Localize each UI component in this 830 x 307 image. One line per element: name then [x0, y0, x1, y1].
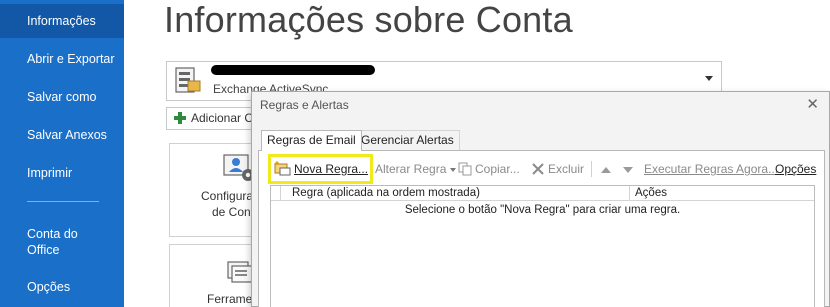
toolbar-divider [591, 161, 592, 177]
change-rule-label: Alterar Regra [375, 162, 447, 176]
email-rules-pane: Nova Regra... Alterar Regra Copiar... Ex… [258, 150, 825, 307]
tab-manage-alerts[interactable]: Gerenciar Alertas [355, 130, 460, 150]
tab-email-rules[interactable]: Regras de Email [261, 130, 362, 151]
delete-x-icon [532, 163, 544, 175]
nav-item-save-attachments[interactable]: Salvar Anexos [0, 118, 124, 152]
dialog-title: Regras e Alertas [260, 98, 349, 112]
exchange-account-icon [175, 67, 201, 93]
nav-item-office-account[interactable]: Conta do Office [0, 224, 110, 258]
chevron-down-icon[interactable] [705, 76, 713, 81]
nav-item-options[interactable]: Opções [0, 270, 124, 304]
delete-rule-label: Excluir [548, 162, 585, 176]
backstage-nav: Informações Abrir e Exportar Salvar como… [0, 0, 124, 307]
new-rule-button[interactable]: Nova Regra... [274, 160, 368, 178]
plus-icon [174, 112, 186, 124]
nav-item-print[interactable]: Imprimir [0, 156, 124, 190]
table-header: Regra (aplicada na ordem mostrada) Ações [271, 186, 814, 201]
rules-table: Regra (aplicada na ordem mostrada) Ações… [270, 185, 815, 307]
move-up-button[interactable] [601, 160, 611, 178]
nav-item-info[interactable]: Informações [0, 4, 124, 38]
arrow-up-icon [601, 166, 611, 173]
rules-alerts-dialog: Regras e Alertas ✕ Regras de Email Geren… [251, 91, 830, 307]
nav-divider [27, 201, 99, 202]
page-title: Informações sobre Conta [164, 0, 573, 40]
column-header-rule[interactable]: Regra (aplicada na ordem mostrada) [282, 186, 630, 201]
run-rules-label: Executar Regras Agora... [644, 162, 779, 176]
arrow-down-icon [623, 166, 633, 173]
column-header-actions[interactable]: Ações [631, 186, 814, 201]
column-header-checkbox [271, 186, 281, 201]
copy-icon [458, 162, 472, 176]
empty-rules-message: Selecione o botão "Nova Regra" para cria… [404, 204, 681, 216]
redacted-account-name [211, 65, 375, 75]
copy-rule-button[interactable]: Copiar... [458, 160, 520, 178]
options-button[interactable]: Opções [775, 160, 816, 178]
new-rule-label: Nova Regra... [294, 162, 369, 176]
copy-rule-label: Copiar... [475, 162, 520, 176]
nav-item-save-as[interactable]: Salvar como [0, 80, 124, 114]
dropdown-arrow-icon [449, 167, 456, 172]
close-icon[interactable]: ✕ [806, 97, 819, 112]
new-rule-icon [274, 161, 291, 176]
move-down-button[interactable] [623, 160, 633, 178]
delete-rule-button[interactable]: Excluir [531, 160, 584, 178]
change-rule-button[interactable]: Alterar Regra [375, 160, 456, 178]
nav-item-open-export[interactable]: Abrir e Exportar [0, 42, 124, 76]
options-label: Opções [775, 162, 817, 176]
run-rules-button[interactable]: Executar Regras Agora... [644, 160, 778, 178]
